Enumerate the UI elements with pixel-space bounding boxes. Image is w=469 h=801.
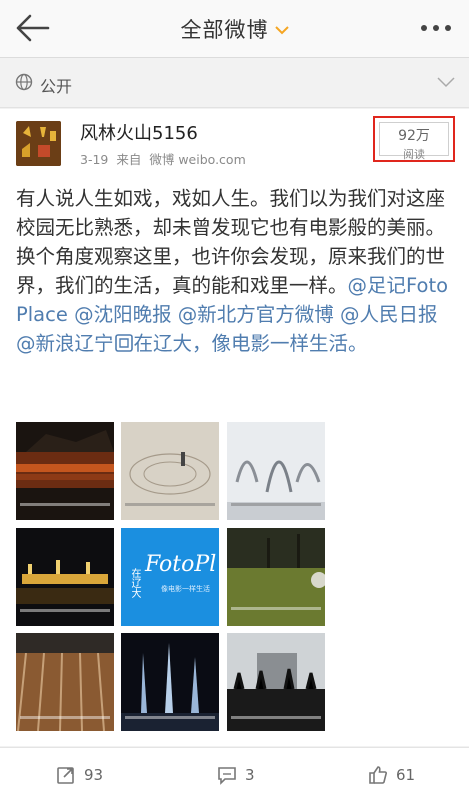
fotoplace-subtitle: 像电影一样生活 — [161, 585, 210, 593]
post-image-9[interactable] — [227, 633, 325, 731]
source-prefix: 来自 — [116, 152, 142, 167]
comment-icon — [218, 766, 236, 785]
post-image-4[interactable] — [16, 528, 114, 626]
repost-icon — [57, 766, 74, 784]
read-count: 92万 — [398, 128, 430, 144]
username[interactable]: 风林火山5156 — [80, 119, 198, 145]
more-options-button[interactable] — [419, 16, 453, 40]
like-button[interactable]: 61 — [368, 748, 415, 801]
mention-link[interactable]: @沈阳晚报 — [74, 303, 172, 326]
post-image-3[interactable] — [227, 422, 325, 520]
repost-count: 93 — [84, 765, 104, 784]
post-image-2[interactable] — [121, 422, 219, 520]
fotoplace-side-text: 在辽大 — [129, 568, 140, 598]
read-label: 阅读 — [403, 148, 425, 161]
post-date: 3-19 — [80, 152, 109, 167]
chevron-down-icon[interactable] — [437, 76, 455, 88]
post-meta: 3-19 来自 微博 weibo.com — [80, 149, 250, 168]
fotoplace-logo: FotoPl — [145, 552, 217, 577]
mention-link[interactable]: @新北方官方微博 — [178, 303, 334, 326]
visibility-label: 公开 — [40, 77, 73, 96]
post-image-7[interactable] — [16, 633, 114, 731]
visibility-bar: 公开 — [0, 58, 469, 108]
post-image-6[interactable] — [227, 528, 325, 626]
page-title: 全部微博 — [180, 17, 269, 42]
source-link[interactable]: 微博 weibo.com — [149, 152, 245, 167]
comment-count: 3 — [245, 765, 255, 784]
read-count-badge[interactable]: 92万 阅读 — [373, 116, 455, 162]
feed-filter-dropdown[interactable]: 全部微博 — [0, 0, 469, 57]
globe-icon — [15, 73, 33, 91]
location-link[interactable]: 在辽大，像电影一样生活。 — [134, 332, 368, 355]
repost-button[interactable]: 93 — [56, 748, 103, 801]
comment-button[interactable]: 3 — [217, 748, 255, 801]
action-bar: 93 3 61 — [0, 747, 469, 801]
avatar[interactable] — [16, 121, 61, 166]
post-image-8[interactable] — [121, 633, 219, 731]
chevron-down-icon — [274, 25, 289, 34]
post-image-1[interactable] — [16, 422, 114, 520]
thumbs-up-icon — [369, 765, 387, 784]
mention-link[interactable]: @新浪辽宁 — [16, 332, 114, 355]
more-dots-icon — [421, 25, 451, 31]
post-card: 风林火山5156 3-19 来自 微博 weibo.com 92万 阅读 有人说… — [0, 109, 469, 746]
top-bar: 全部微博 — [0, 0, 469, 58]
fotoplace-logo-image[interactable]: 在辽大 FotoPl 像电影一样生活 — [121, 528, 219, 626]
like-count: 61 — [396, 765, 416, 784]
avatar-image — [16, 121, 61, 166]
mention-link[interactable]: @人民日报 — [340, 303, 438, 326]
post-text: 有人说人生如戏，戏如人生。我们以为我们对这座校园无比熟悉，却未曾发现它也有电影般… — [16, 184, 456, 358]
location-icon[interactable] — [114, 332, 134, 355]
